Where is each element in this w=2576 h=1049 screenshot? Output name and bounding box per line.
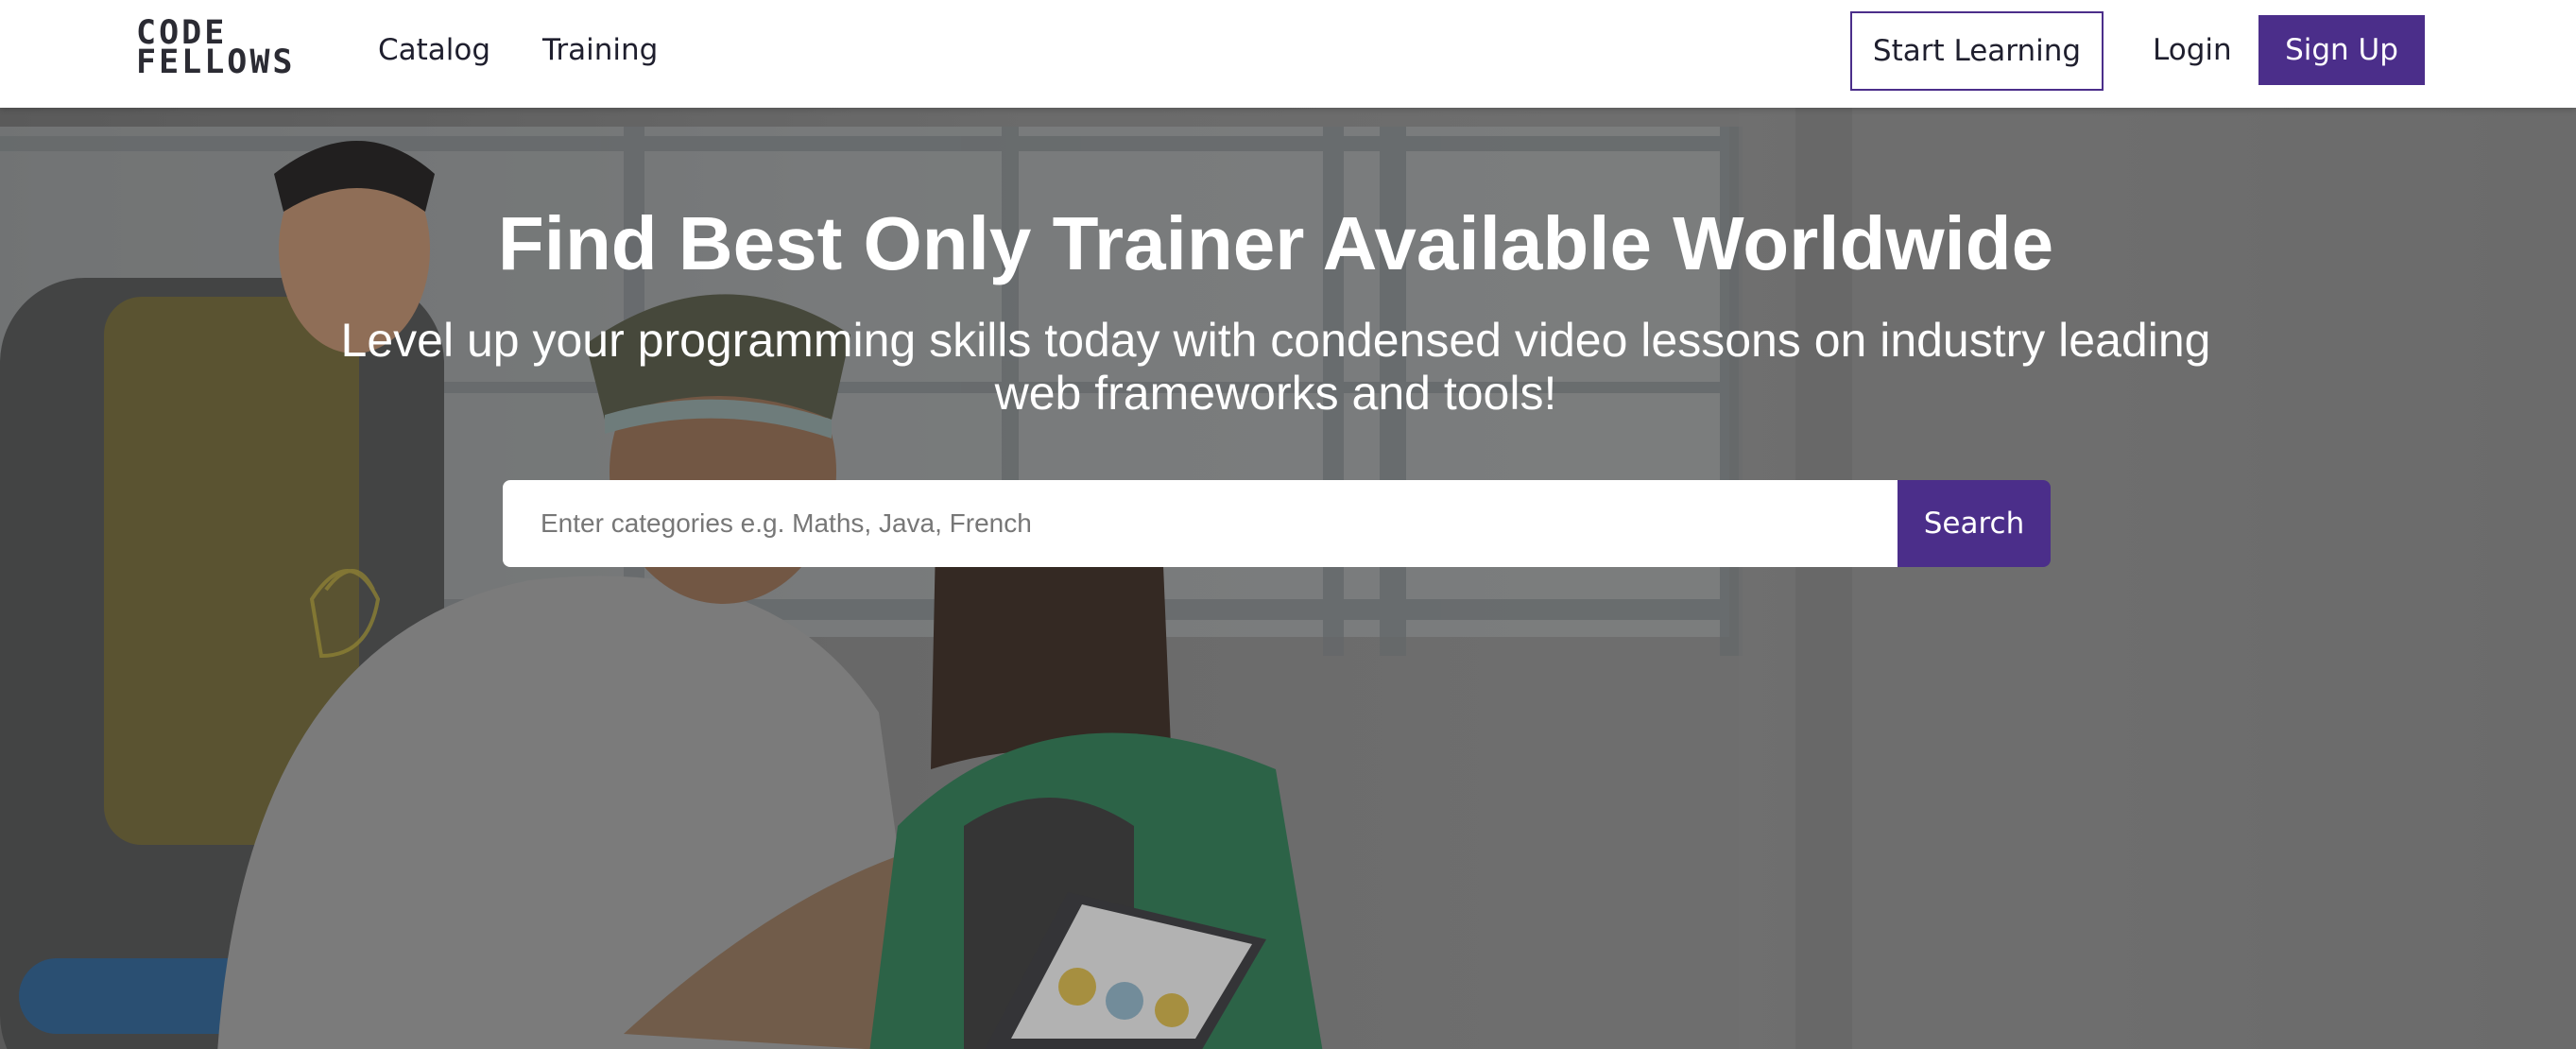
login-link[interactable]: Login (2153, 0, 2232, 100)
category-search-input[interactable] (503, 480, 1899, 567)
nav-link-training[interactable]: Training (542, 0, 658, 100)
hero-section: Find Best Only Trainer Available Worldwi… (0, 108, 2576, 1049)
nav-link-catalog[interactable]: Catalog (378, 0, 490, 100)
hero-subtitle: Level up your programming skills today w… (340, 314, 2211, 420)
search-bar: Search (503, 480, 2051, 567)
code-fellows-logo[interactable]: CODE FELLOWS (136, 17, 296, 81)
logo-line-2: FELLOWS (136, 43, 296, 81)
hero-title: Find Best Only Trainer Available Worldwi… (497, 201, 2054, 285)
sign-up-button[interactable]: Sign Up (2258, 15, 2425, 85)
start-learning-button[interactable]: Start Learning (1850, 11, 2104, 91)
top-navbar: CODE FELLOWS Catalog Training Start Lear… (0, 0, 2576, 108)
search-button[interactable]: Search (1898, 480, 2051, 567)
